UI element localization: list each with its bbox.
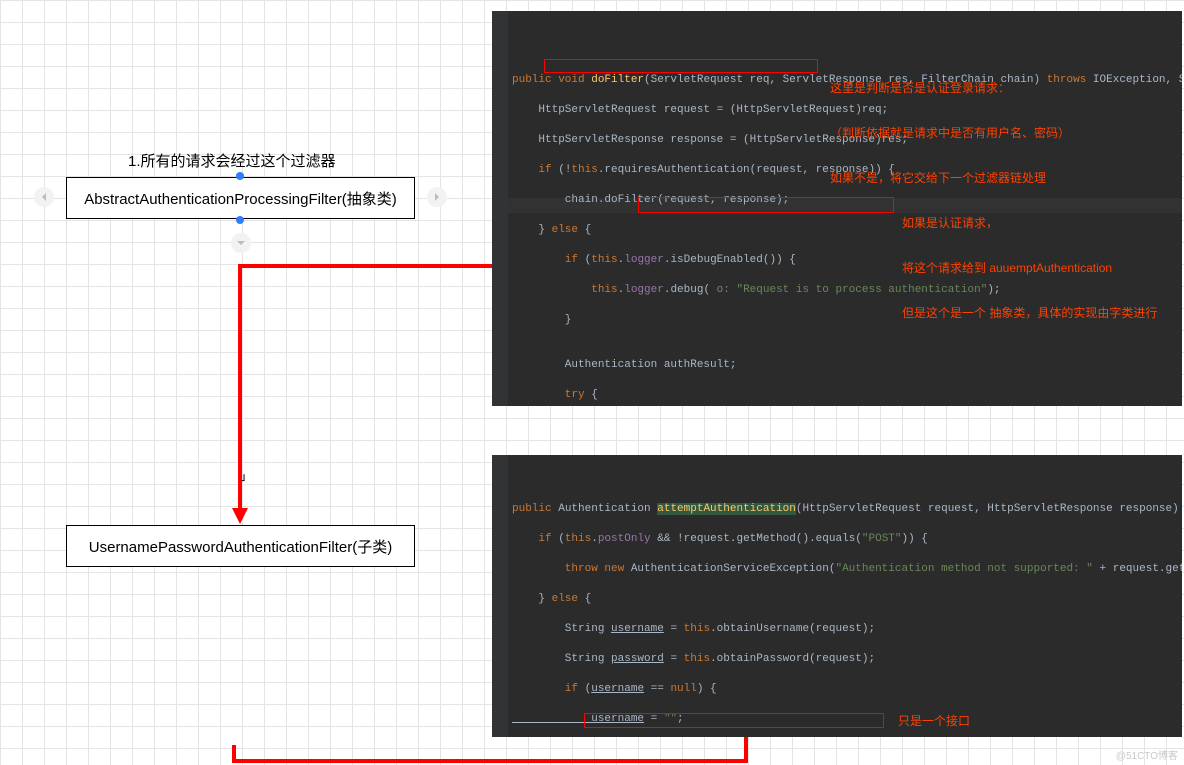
t: 将这个请求给到 auuemptAuthentication <box>902 261 1157 276</box>
t: .obtainPassword(request); <box>710 653 875 665</box>
annot-1: 这里是判断是否是认证登录请求： （判断依据就是请求中是否有用户名、密码） 如果不… <box>830 51 1070 201</box>
t: attemptAuthentication <box>657 503 796 515</box>
t: if <box>512 533 558 545</box>
t: } <box>512 593 552 605</box>
t: else <box>552 593 585 605</box>
arrow-1-seg3 <box>238 264 242 510</box>
t: = <box>664 653 684 665</box>
t: .debug( <box>664 284 710 296</box>
t: throw new <box>512 563 631 575</box>
node-username-filter[interactable]: UsernamePasswordAuthenticationFilter(子类) <box>66 525 415 567</box>
node-username-filter-label: UsernamePasswordAuthenticationFilter(子类) <box>89 536 392 557</box>
t: { <box>591 389 598 401</box>
t: if <box>512 254 585 266</box>
t: null <box>670 683 696 695</box>
t: logger <box>624 284 664 296</box>
node-abstract-filter[interactable]: AbstractAuthenticationProcessingFilter(抽… <box>66 177 415 219</box>
t: ( <box>558 533 565 545</box>
t: this <box>684 623 710 635</box>
t: { <box>585 224 592 236</box>
t: "Authentication method not supported: " <box>835 563 1092 575</box>
diagram-title: 1.所有的请求会经过这个过滤器 <box>128 150 336 171</box>
code1-redbox-requires <box>544 59 818 73</box>
t: doFilter <box>591 74 644 86</box>
t: = <box>664 623 684 635</box>
t: 但是这个是一个 抽象类，具体的实现由字类进行 <box>902 306 1157 321</box>
t: o: <box>710 284 736 296</box>
code-pane-2: public Authentication attemptAuthenticat… <box>492 455 1182 737</box>
t: postOnly <box>598 533 651 545</box>
t: == <box>644 683 670 695</box>
annot-2: 如果是认证请求， 将这个请求给到 auuemptAuthentication 但… <box>902 186 1157 336</box>
t: this <box>565 533 591 545</box>
arrow-1-head <box>232 508 248 524</box>
t: 这里是判断是否是认证登录请求： <box>830 81 1070 96</box>
code2-redbox-authenticate <box>584 713 884 728</box>
t: this <box>571 164 597 176</box>
t: (! <box>558 164 571 176</box>
t: ) { <box>697 683 717 695</box>
t: （判断依据就是请求中是否有用户名、密码） <box>830 126 1070 141</box>
handle-left[interactable] <box>34 187 54 207</box>
t: "POST" <box>862 533 902 545</box>
t: .isDebugEnabled()) { <box>664 254 796 266</box>
t: if <box>512 164 558 176</box>
code2-gutter <box>492 455 508 737</box>
t: Authentication authResult; <box>512 358 1182 373</box>
t: AuthenticationServiceException( <box>631 563 836 575</box>
t: IOException, ServletException { <box>1093 74 1182 86</box>
t: logger <box>624 254 664 266</box>
t: public void <box>512 74 591 86</box>
t: 如果是认证请求， <box>902 216 1157 231</box>
t: if <box>512 683 585 695</box>
t: . <box>591 533 598 545</box>
t: + request.getMethod()); <box>1093 563 1182 575</box>
t: this <box>591 254 617 266</box>
connector-dot-bottom[interactable] <box>236 216 244 224</box>
watermark: @51CTO博客 <box>1116 747 1178 762</box>
t: try <box>512 389 591 401</box>
t: 如果不是，将它交给下一个过滤器链处理 <box>830 171 1070 186</box>
t: username <box>591 683 644 695</box>
t: public <box>512 503 558 515</box>
code1-gutter <box>492 11 508 406</box>
t: && !request.getMethod().equals( <box>651 533 862 545</box>
t: else <box>552 224 585 236</box>
arrow-2-seg2 <box>232 759 748 763</box>
handle-right[interactable] <box>427 187 447 207</box>
t: this <box>684 653 710 665</box>
t: Authentication <box>558 503 657 515</box>
code-pane-1: public void doFilter(ServletRequest req,… <box>492 11 1182 406</box>
t: )) { <box>902 533 928 545</box>
arrow-2-seg3 <box>232 745 236 763</box>
t: (HttpServletRequest request, HttpServlet… <box>796 503 1182 515</box>
connector-dot-top[interactable] <box>236 172 244 180</box>
t: } <box>512 224 552 236</box>
t: { <box>585 593 592 605</box>
t: password <box>611 653 664 665</box>
t: this <box>512 284 618 296</box>
node-abstract-filter-label: AbstractAuthenticationProcessingFilter(抽… <box>84 188 397 209</box>
annot-3: 只是一个接口 <box>898 714 970 729</box>
handle-down[interactable] <box>231 233 251 253</box>
t: .obtainUsername(request); <box>710 623 875 635</box>
t: username <box>611 623 664 635</box>
t: String <box>512 623 611 635</box>
t: String <box>512 653 611 665</box>
